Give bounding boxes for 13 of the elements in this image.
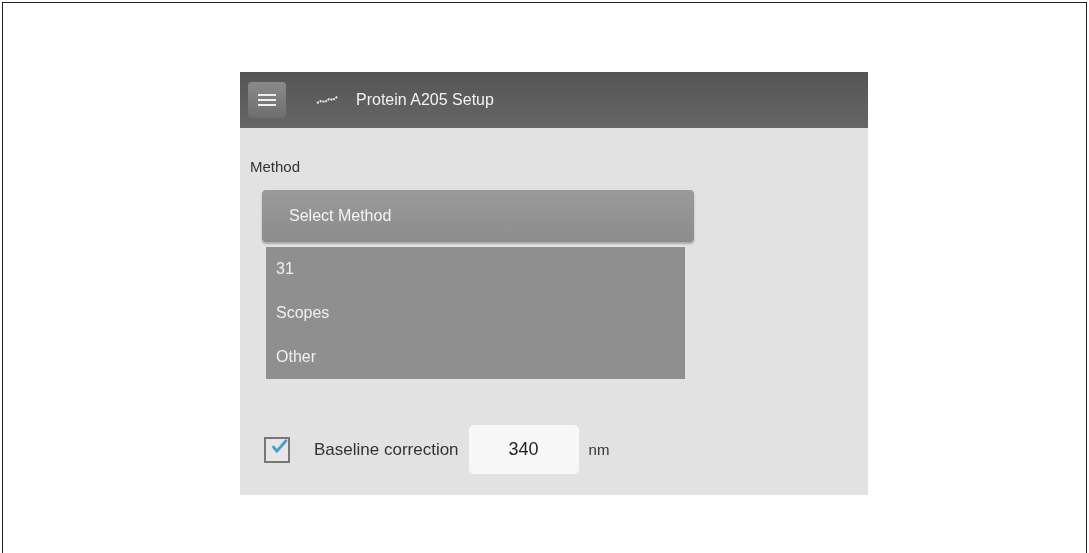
- unit-label: nm: [588, 441, 610, 458]
- dropdown-option[interactable]: Scopes: [266, 291, 685, 335]
- wavelength-field[interactable]: 340: [468, 425, 579, 474]
- app-title: Protein A205 Setup: [356, 91, 494, 109]
- menu-icon: [258, 93, 276, 107]
- method-dropdown[interactable]: Select Method: [262, 190, 694, 242]
- menu-button[interactable]: [248, 82, 286, 118]
- dropdown-option[interactable]: Other: [266, 335, 685, 379]
- checkbox[interactable]: [264, 436, 290, 463]
- squiggle-icon: [316, 95, 340, 105]
- method-label: Method: [250, 158, 301, 175]
- dropdown-option[interactable]: 31: [266, 247, 685, 291]
- baseline-correction-label: Baseline correction: [314, 439, 459, 460]
